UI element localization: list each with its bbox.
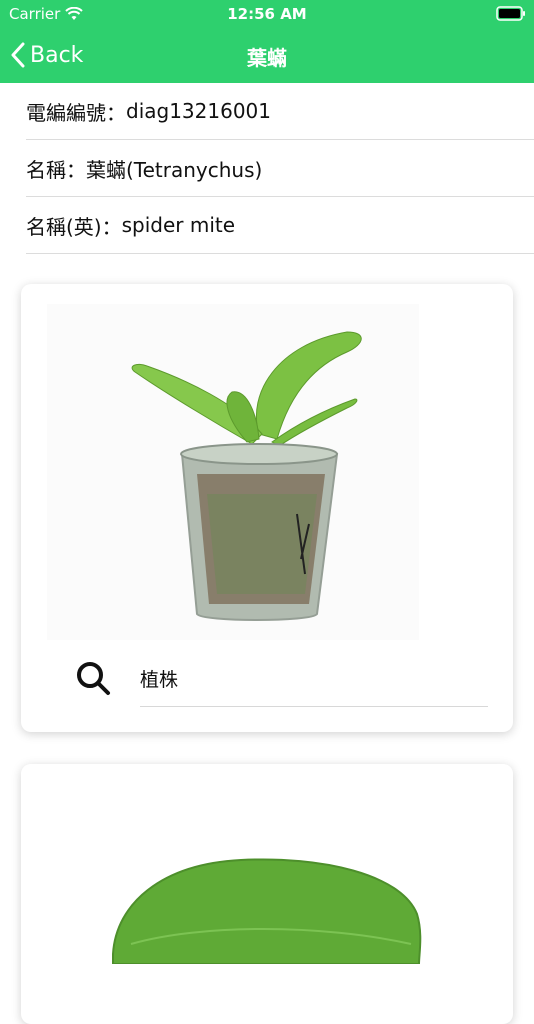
plant-photo[interactable] [47, 304, 419, 640]
info-value: 葉蟎(Tetranychus) [86, 157, 263, 182]
info-row-english-name: 名稱(英)： spider mite [26, 197, 534, 254]
caption-divider [140, 706, 488, 707]
image-card[interactable]: 植株 [21, 284, 513, 732]
search-icon[interactable] [73, 658, 113, 698]
image-card[interactable] [21, 764, 513, 1024]
battery-icon [496, 6, 526, 26]
info-value: diag13216001 [126, 99, 271, 123]
info-value: spider mite [121, 213, 236, 237]
info-row-name: 名稱： 葉蟎(Tetranychus) [26, 140, 534, 197]
info-label: 名稱： [26, 157, 86, 182]
info-row-id: 電編編號： diag13216001 [26, 83, 534, 140]
info-label: 電編編號： [26, 100, 126, 125]
page-title: 葉蟎 [247, 46, 287, 70]
leaf-photo[interactable] [21, 764, 513, 964]
navigation-bar: Back 葉蟎 [0, 30, 534, 83]
status-bar: Carrier 12:56 AM [0, 0, 534, 30]
info-label: 名稱(英)： [26, 214, 122, 239]
card-caption: 植株 [140, 669, 179, 691]
status-time: 12:56 AM [227, 5, 307, 23]
